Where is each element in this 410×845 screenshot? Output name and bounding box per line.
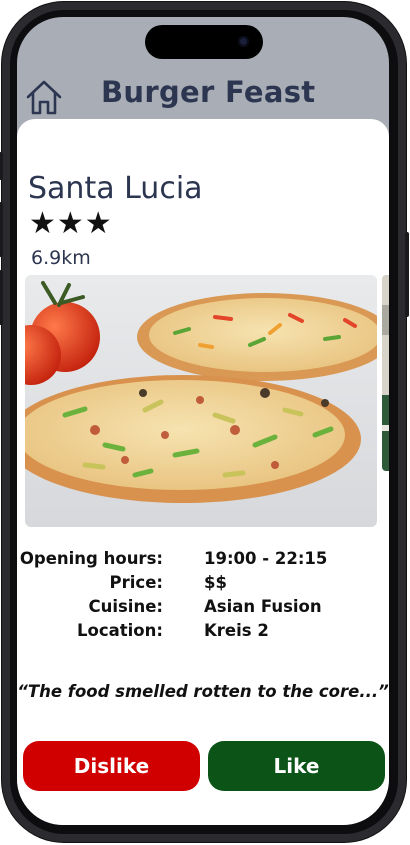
detail-label: Location:: [77, 621, 163, 640]
app-title: Burger Feast: [101, 75, 316, 109]
volume-down-button: [0, 270, 3, 325]
detail-label: Opening hours:: [19, 549, 163, 568]
restaurant-card: Santa Lucia ★★★ 6.9km Opening hours: 19:…: [17, 119, 389, 825]
review-quote: “The food smelled rotten to the core...”: [17, 682, 389, 701]
star-rating: ★★★: [29, 206, 113, 241]
camera-icon: [238, 36, 249, 47]
detail-row-opening-hours: Opening hours: 19:00 - 22:15: [17, 549, 389, 573]
distance: 6.9km: [31, 247, 91, 269]
restaurant-name: Santa Lucia: [28, 171, 203, 206]
restaurant-photo[interactable]: [25, 275, 377, 527]
home-icon[interactable]: [25, 78, 63, 116]
detail-value: $$: [204, 573, 227, 592]
detail-row-location: Location: Kreis 2: [17, 621, 389, 645]
detail-label: Price:: [109, 573, 163, 592]
detail-label: Cuisine:: [88, 597, 163, 616]
volume-up-button: [0, 202, 3, 257]
next-photo-peek[interactable]: [382, 275, 389, 471]
power-button: [405, 232, 409, 317]
screen: Burger Feast Santa Lucia ★★★ 6.9km Openi…: [17, 17, 389, 825]
detail-value: 19:00 - 22:15: [204, 549, 328, 568]
detail-row-price: Price: $$: [17, 573, 389, 597]
detail-value: Asian Fusion: [204, 597, 322, 616]
dynamic-island: [145, 25, 263, 59]
side-button: [0, 152, 3, 180]
next-image: [382, 275, 389, 471]
detail-value: Kreis 2: [204, 621, 269, 640]
pizza-image: [25, 275, 377, 527]
dislike-button[interactable]: Dislike: [23, 741, 200, 791]
like-button[interactable]: Like: [208, 741, 385, 791]
detail-row-cuisine: Cuisine: Asian Fusion: [17, 597, 389, 621]
